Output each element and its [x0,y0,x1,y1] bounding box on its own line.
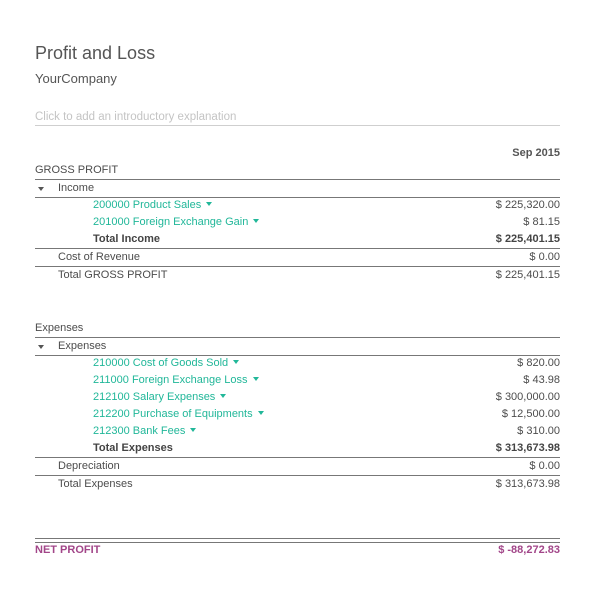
net-profit-value: $ -88,272.83 [498,544,560,556]
total-label: Total Expenses [93,442,173,454]
dropdown-caret-icon[interactable] [257,411,264,416]
row-label: Depreciation [58,460,120,472]
account-link[interactable]: 210000 Cost of Goods Sold [93,355,240,372]
section-label: GROSS PROFIT [35,164,119,176]
dropdown-caret-icon[interactable] [252,377,259,382]
total-income-row: Total Income $ 225,401.15 [35,231,560,249]
section-label: Expenses [35,322,84,334]
account-row[interactable]: 210000 Cost of Goods Sold $ 820.00 [35,355,560,372]
account-row[interactable]: 211000 Foreign Exchange Loss $ 43.98 [35,372,560,389]
account-link[interactable]: 200000 Product Sales [93,197,213,214]
dropdown-caret-icon[interactable] [233,360,240,365]
account-value: $ 820.00 [517,357,560,369]
total-gross-profit-row: Total GROSS PROFIT $ 225,401.15 [35,267,560,284]
collapse-caret-icon[interactable] [38,187,44,191]
row-value: $ 0.00 [529,460,560,472]
total-expenses-row: Total Expenses $ 313,673.98 [35,476,560,493]
cost-of-revenue-row: Cost of Revenue $ 0.00 [35,249,560,267]
account-value: $ 300,000.00 [495,391,560,403]
account-row[interactable]: 212200 Purchase of Equipments $ 12,500.0… [35,406,560,423]
account-row[interactable]: 212300 Bank Fees $ 310.00 [35,423,560,440]
account-link[interactable]: 211000 Foreign Exchange Loss [93,372,259,389]
section-gross-profit: GROSS PROFIT [35,162,560,180]
account-value: $ 12,500.00 [501,408,560,420]
account-value: $ 225,320.00 [495,199,560,211]
dropdown-caret-icon[interactable] [220,394,227,399]
report-title: Profit and Loss [35,43,156,63]
intro-explanation-input[interactable]: Click to add an introductory explanation [35,111,560,126]
collapse-caret-icon[interactable] [38,345,44,349]
total-label: Total Income [93,233,161,245]
row-label: Cost of Revenue [58,251,140,263]
group-expenses[interactable]: Expenses [35,338,560,356]
net-profit-label: NET PROFIT [35,544,101,556]
account-link[interactable]: 201000 Foreign Exchange Gain [93,214,260,231]
total-expenses-group-row: Total Expenses $ 313,673.98 [35,440,560,458]
row-value: $ 0.00 [529,251,560,263]
total-value: $ 313,673.98 [495,478,560,490]
dropdown-caret-icon[interactable] [253,219,260,224]
account-row[interactable]: 212100 Salary Expenses $ 300,000.00 [35,389,560,406]
group-label: Expenses [58,340,107,352]
account-link[interactable]: 212200 Purchase of Equipments [93,406,264,423]
group-label: Income [58,182,95,194]
account-row[interactable]: 200000 Product Sales $ 225,320.00 [35,197,560,214]
total-label: Total GROSS PROFIT [58,269,168,281]
account-link[interactable]: 212300 Bank Fees [93,423,197,440]
account-value: $ 43.98 [523,374,560,386]
dropdown-caret-icon[interactable] [206,202,213,207]
account-value: $ 81.15 [523,216,560,228]
account-link[interactable]: 212100 Salary Expenses [93,389,227,406]
total-label: Total Expenses [58,478,133,490]
dropdown-caret-icon[interactable] [190,428,197,433]
total-value: $ 225,401.15 [495,269,560,281]
total-value: $ 225,401.15 [495,233,560,245]
net-profit-row: NET PROFIT $ -88,272.83 [35,542,560,559]
account-value: $ 310.00 [517,425,560,437]
section-expenses: Expenses [35,320,560,338]
total-value: $ 313,673.98 [495,442,560,454]
account-row[interactable]: 201000 Foreign Exchange Gain $ 81.15 [35,214,560,231]
company-name: YourCompany [35,71,117,86]
group-income[interactable]: Income [35,180,560,198]
depreciation-row: Depreciation $ 0.00 [35,458,560,476]
column-header-period: Sep 2015 [512,147,560,159]
